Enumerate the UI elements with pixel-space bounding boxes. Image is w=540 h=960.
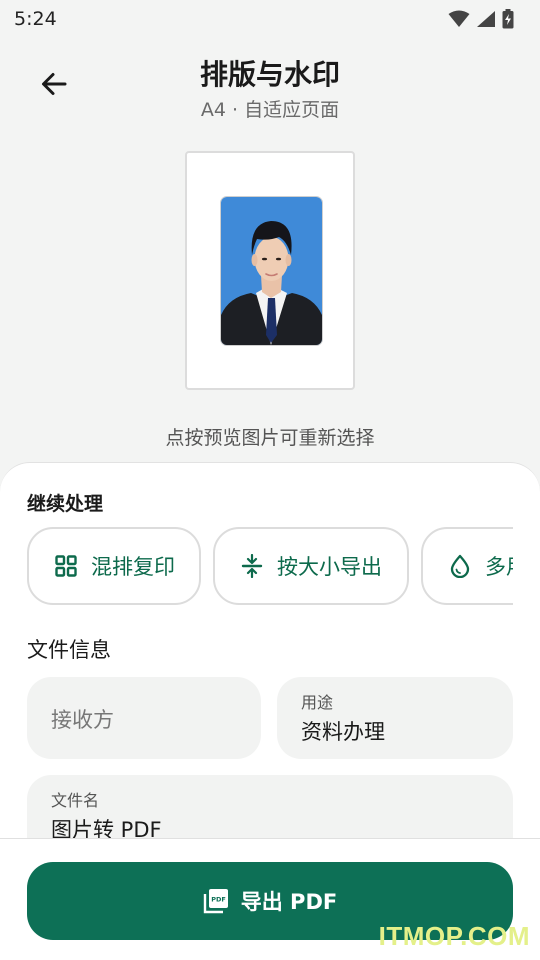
page-subtitle: A4 · 自适应页面: [200, 99, 340, 121]
purpose-value: 资料办理: [301, 720, 385, 744]
signal-icon: [477, 11, 495, 27]
export-pdf-label: 导出 PDF: [240, 890, 338, 914]
compress-icon: [239, 553, 265, 579]
recipient-placeholder: 接收方: [51, 708, 114, 732]
wifi-icon: [448, 10, 470, 27]
drop-icon: [447, 553, 473, 579]
recipient-field[interactable]: 接收方: [27, 677, 261, 759]
status-bar: 5:24: [0, 0, 540, 38]
site-watermark: ITMOP.COM: [378, 921, 530, 951]
status-icons: [448, 9, 514, 29]
preview-hint: 点按预览图片可重新选择: [165, 427, 375, 449]
mixed-copy-button[interactable]: 混排复印: [27, 527, 201, 605]
filename-label: 文件名: [51, 791, 100, 810]
file-info-title: 文件信息: [27, 638, 111, 662]
multi-use-button[interactable]: 多用: [421, 527, 513, 605]
status-time: 5:24: [14, 8, 57, 30]
header: 排版与水印 A4 · 自适应页面: [0, 50, 540, 130]
battery-charging-icon: [502, 9, 514, 29]
export-by-size-label: 按大小导出: [277, 555, 382, 579]
pdf-file-icon: PDF: [203, 889, 228, 914]
page-title: 排版与水印: [199, 58, 340, 91]
continue-section-title: 继续处理: [27, 493, 104, 515]
purpose-label: 用途: [301, 693, 334, 712]
export-by-size-button[interactable]: 按大小导出: [213, 527, 409, 605]
grid-icon: [53, 553, 79, 579]
continue-actions-row[interactable]: 混排复印 按大小导出 多用: [27, 527, 513, 607]
svg-text:PDF: PDF: [211, 896, 226, 904]
id-photo-image: [220, 196, 323, 346]
a4-preview[interactable]: [185, 151, 355, 390]
purpose-field[interactable]: 用途 资料办理: [277, 677, 513, 759]
mixed-copy-label: 混排复印: [91, 555, 175, 579]
multi-use-label: 多用: [485, 555, 513, 579]
